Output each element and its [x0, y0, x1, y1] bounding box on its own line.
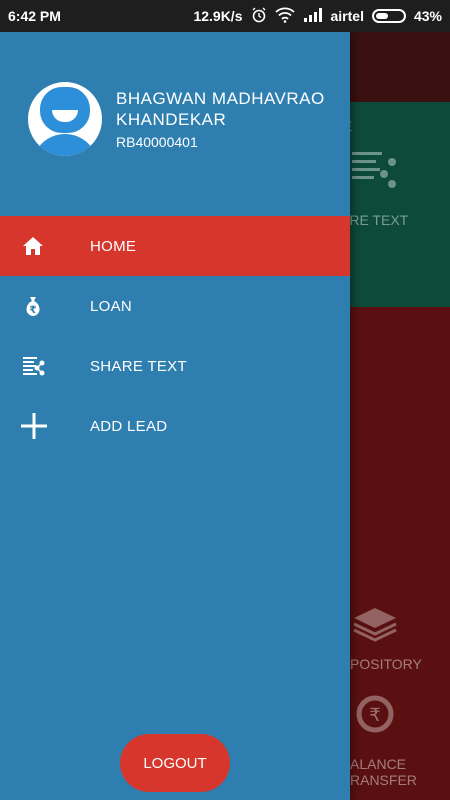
network-speed: 12.9K/s	[193, 8, 243, 24]
avatar-body	[32, 134, 98, 156]
background-tile4-label-1: ALANCE	[350, 756, 407, 772]
logout-button[interactable]: LOGOUT	[120, 734, 230, 792]
background-stack-icon	[345, 604, 405, 652]
svg-text:₹: ₹	[369, 705, 380, 726]
navigation-drawer: BHAGWAN MADHAVRAO KHANDEKAR RB40000401 H…	[0, 32, 350, 800]
menu-item-share-text[interactable]: SHARE TEXT	[0, 336, 350, 396]
share-text-icon	[0, 355, 90, 377]
menu-item-label: ADD LEAD	[90, 417, 168, 435]
rupee-bag-icon: ₹	[0, 295, 90, 317]
status-time: 6:42 PM	[8, 8, 61, 24]
battery-icon	[371, 9, 406, 23]
menu-item-home[interactable]: HOME	[0, 216, 350, 276]
battery-percent: 43%	[413, 8, 442, 24]
profile-header: BHAGWAN MADHAVRAO KHANDEKAR RB40000401	[28, 82, 346, 156]
menu-item-label: LOAN	[90, 297, 133, 315]
menu-item-label: HOME	[90, 237, 137, 255]
menu-item-loan[interactable]: ₹ LOAN	[0, 276, 350, 336]
background-share-text-icon	[345, 150, 405, 198]
home-icon	[0, 236, 90, 256]
carrier-name: airtel	[330, 8, 364, 24]
profile-info: BHAGWAN MADHAVRAO KHANDEKAR RB40000401	[116, 88, 346, 150]
status-bar: 6:42 PM 12.9K/s airtel 43%	[0, 0, 450, 32]
background-tile3-label: POSITORY	[350, 656, 422, 672]
background-rupee-refresh-icon: ₹	[345, 692, 405, 744]
drawer-menu: HOME ₹ LOAN SHARE TEXT ADD LEAD	[0, 216, 350, 456]
profile-id: RB40000401	[116, 134, 198, 150]
background-tile2-label: ARE TEXT	[340, 212, 409, 228]
menu-item-label: SHARE TEXT	[90, 357, 187, 375]
menu-item-add-lead[interactable]: ADD LEAD	[0, 396, 350, 456]
avatar	[28, 82, 102, 156]
background-tile4-label-2: RANSFER	[350, 772, 417, 788]
svg-text:₹: ₹	[30, 305, 37, 316]
signal-icon	[303, 7, 323, 25]
plus-icon	[0, 412, 90, 440]
wifi-icon	[274, 7, 295, 26]
profile-name: BHAGWAN MADHAVRAO KHANDEKAR	[116, 89, 325, 129]
alarm-icon	[251, 7, 267, 26]
status-right: 12.9K/s airtel 43%	[193, 7, 442, 26]
